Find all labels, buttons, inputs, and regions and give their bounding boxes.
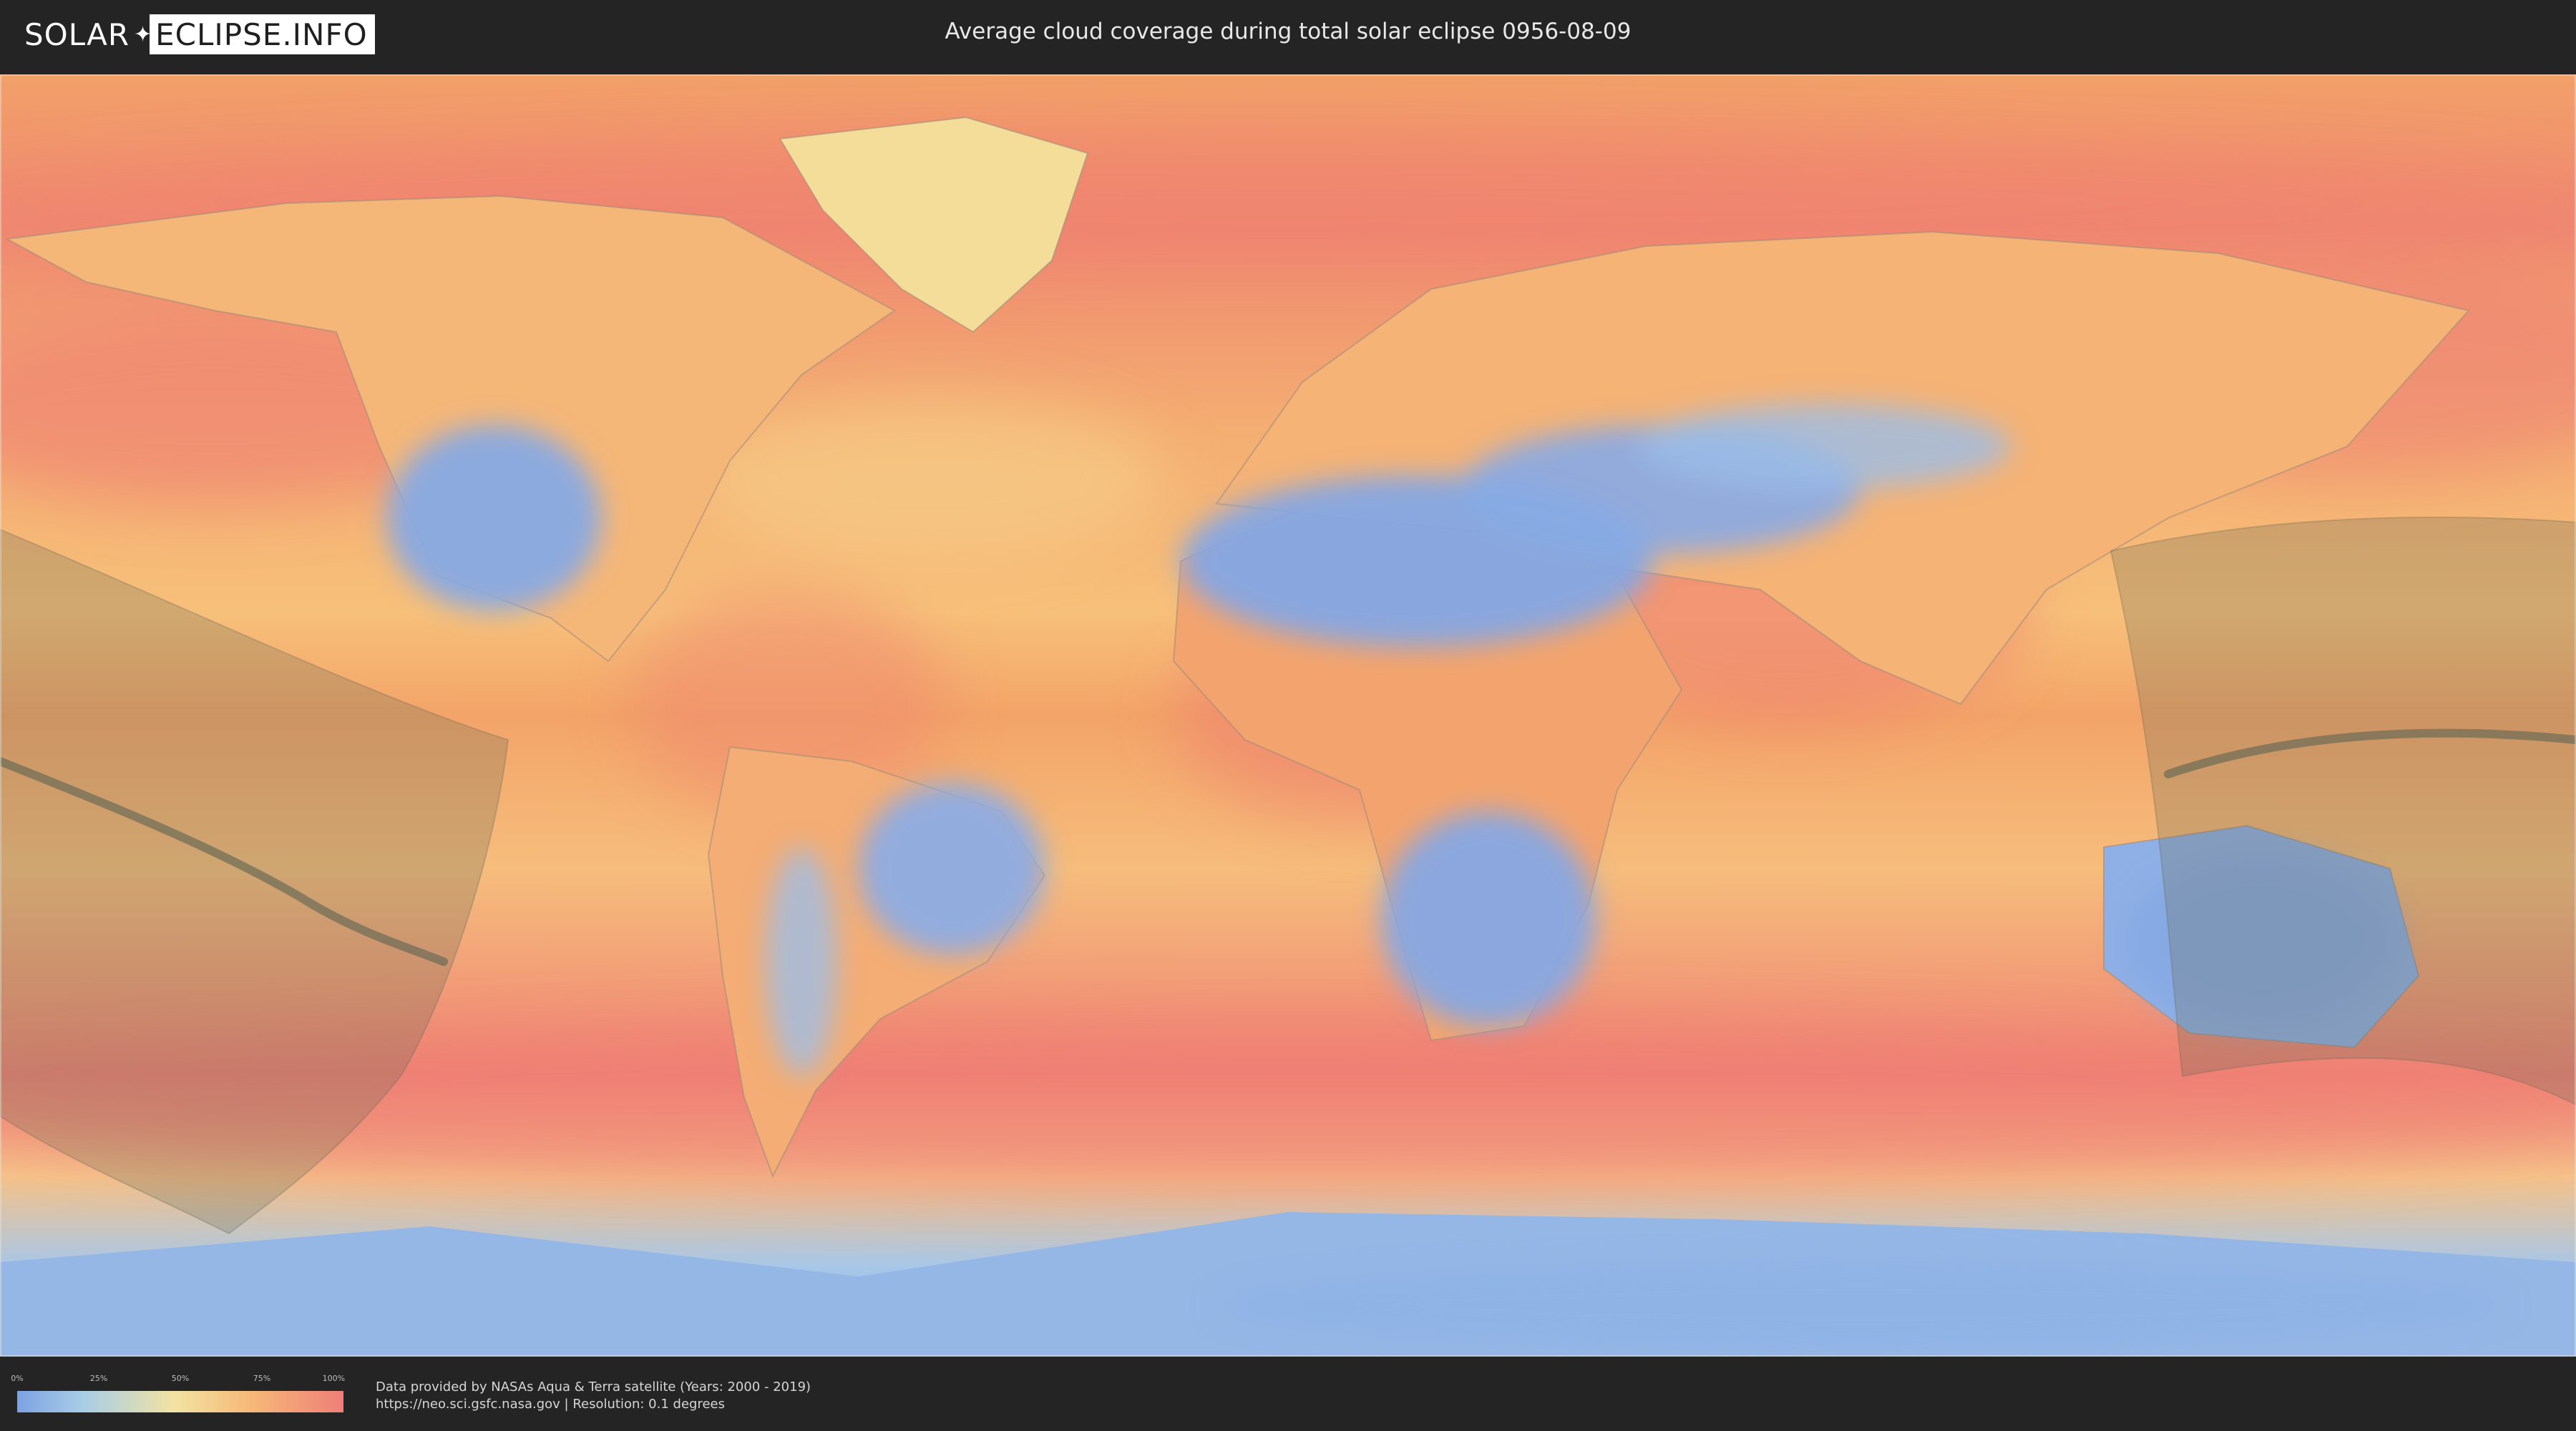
legend-color-scale [17, 1391, 343, 1412]
coverage-legend: 0% 25% 50% 75% 100% [11, 1374, 346, 1414]
legend-tick-25: 25% [89, 1374, 108, 1383]
clear-western-us [386, 425, 601, 611]
clear-central-asia [1639, 404, 2011, 489]
header-bar: SOLAR ✦ ECLIPSE.INFO Average cloud cover… [0, 0, 2576, 72]
clear-brazil [859, 783, 1045, 954]
legend-tick-100: 100% [322, 1374, 346, 1383]
data-source-link[interactable]: https://neo.sci.gsfc.nasa.gov | Resoluti… [376, 1397, 725, 1412]
legend-tick-50: 50% [171, 1374, 190, 1383]
world-map-svg [0, 74, 2576, 1357]
legend-tick-75: 75% [253, 1374, 271, 1383]
clear-antarctica [1216, 1262, 2504, 1348]
clear-southern-africa [1381, 811, 1596, 1026]
cloud-coverage-map [0, 74, 2576, 1357]
clear-andes [766, 847, 837, 1076]
footer-bar: 0% 25% 50% 75% 100% Data provided by NAS… [0, 1358, 2576, 1431]
legend-tick-0: 0% [11, 1374, 24, 1383]
data-credit: Data provided by NASAs Aqua & Terra sate… [376, 1379, 811, 1395]
eclipse-penumbra-east [2109, 516, 2576, 1106]
page-title: Average cloud coverage during total sola… [945, 19, 1631, 44]
